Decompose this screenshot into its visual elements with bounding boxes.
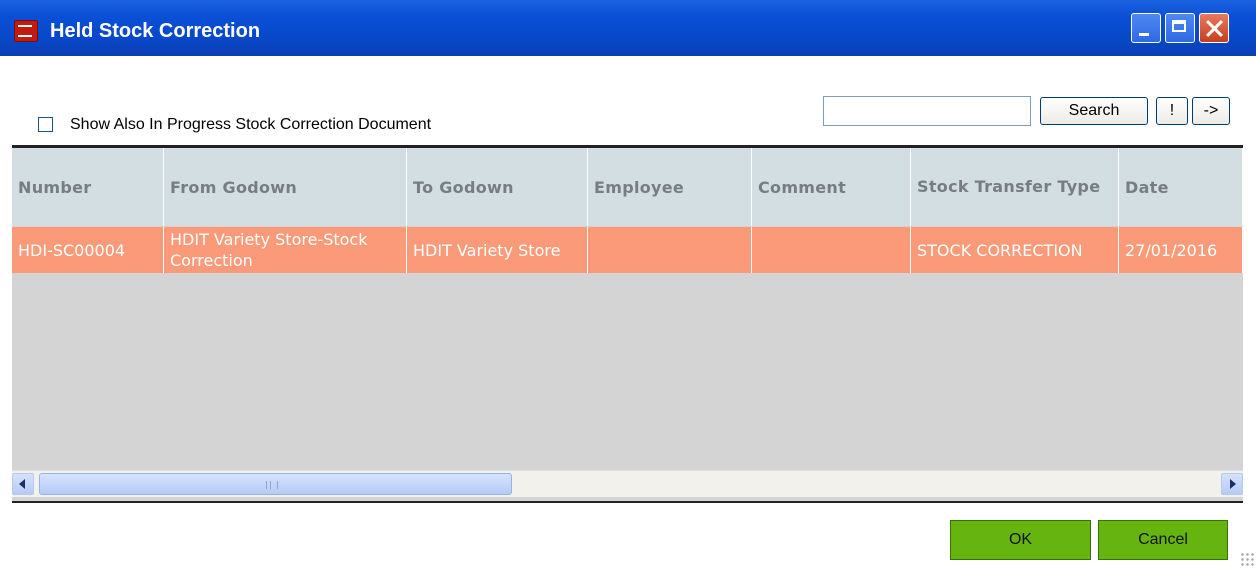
ok-button[interactable]: OK [950, 520, 1091, 560]
column-header-date[interactable]: Date [1119, 148, 1243, 226]
scroll-left-icon[interactable] [12, 473, 34, 495]
column-header-to-godown[interactable]: To Godown [407, 148, 588, 226]
show-in-progress-checkbox[interactable] [38, 117, 53, 132]
stock-correction-grid[interactable]: Number From Godown To Godown Employee Co… [12, 145, 1243, 503]
horizontal-scrollbar[interactable] [12, 470, 1243, 497]
minimize-button[interactable] [1131, 13, 1161, 43]
cart-icon [14, 20, 38, 42]
cell-from-godown: HDIT Variety Store-Stock Correction [164, 227, 407, 273]
search-button[interactable]: Search [1040, 97, 1148, 125]
close-button[interactable] [1199, 13, 1229, 43]
column-header-employee[interactable]: Employee [588, 148, 752, 226]
cell-date: 27/01/2016 [1119, 227, 1243, 273]
cell-number: HDI-SC00004 [12, 227, 164, 273]
window-title: Held Stock Correction [50, 20, 261, 42]
column-header-stock-transfer-type[interactable]: Stock Transfer Type [911, 148, 1119, 226]
maximize-button[interactable] [1165, 13, 1195, 43]
scroll-right-icon[interactable] [1221, 473, 1243, 495]
table-header-row: Number From Godown To Godown Employee Co… [12, 148, 1243, 226]
cancel-button[interactable]: Cancel [1098, 520, 1228, 560]
column-header-comment[interactable]: Comment [752, 148, 911, 226]
cell-employee [588, 227, 752, 273]
scroll-grip [266, 481, 278, 489]
scroll-thumb[interactable] [39, 473, 512, 495]
cell-comment [752, 227, 911, 273]
search-input[interactable] [823, 96, 1031, 126]
arrow-button[interactable]: -> [1192, 97, 1230, 125]
exclaim-button[interactable]: ! [1156, 97, 1188, 125]
table-row[interactable]: HDI-SC00004 HDIT Variety Store-Stock Cor… [12, 227, 1243, 273]
show-in-progress-label: Show Also In Progress Stock Correction D… [70, 116, 432, 133]
column-header-from-godown[interactable]: From Godown [164, 148, 407, 226]
cell-stock-transfer-type: STOCK CORRECTION [911, 227, 1119, 273]
resize-grip-icon[interactable] [1240, 552, 1254, 566]
column-header-number[interactable]: Number [12, 148, 164, 226]
title-bar[interactable]: Held Stock Correction [0, 0, 1256, 56]
cell-to-godown: HDIT Variety Store [407, 227, 588, 273]
